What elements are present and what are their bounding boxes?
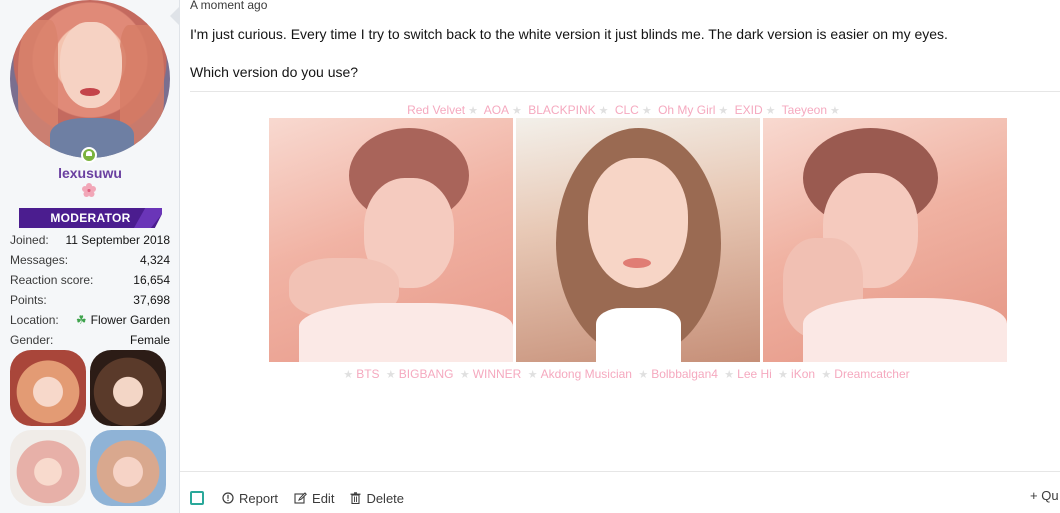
group-label: BTS — [356, 367, 380, 381]
user-sidebar: lexusuwu MODERATOR Joined: 11 September … — [0, 0, 180, 513]
star-icon: ★ — [527, 369, 538, 381]
signature-groups-top: Red Velvet ★ AOA ★ BLACKPINK ★ CLC ★ Oh My G… — [190, 103, 1060, 117]
post-paragraph: Which version do you use? — [190, 64, 359, 80]
star-icon: ★ — [821, 369, 832, 381]
edit-button[interactable]: Edit — [294, 491, 334, 506]
signature-photo — [516, 118, 760, 362]
edit-icon — [294, 492, 307, 504]
profile-photo — [90, 350, 166, 426]
group-label: Bolbbalgan4 — [651, 367, 718, 381]
star-icon: ★ — [830, 105, 840, 117]
group-label: Oh My Girl — [658, 103, 716, 117]
star-icon: ★ — [459, 369, 470, 381]
group-label: Lee Hi — [737, 367, 772, 381]
group-label: Akdong Musician — [540, 367, 632, 381]
profile-photo — [10, 430, 86, 506]
delete-button[interactable]: Delete — [350, 491, 404, 506]
signature-divider — [190, 91, 1060, 92]
footer-divider — [180, 471, 1060, 472]
points-link[interactable]: 37,698 — [133, 292, 170, 312]
four-leaf-clover-icon: ☘ — [75, 313, 87, 327]
star-icon: ★ — [718, 105, 729, 117]
group-label: AOA — [483, 103, 510, 117]
online-status-icon — [81, 147, 97, 163]
stat-points: Points: 37,698 — [10, 292, 170, 312]
group-label: Dreamcatcher — [834, 367, 910, 381]
sidebar-notch — [170, 6, 180, 26]
stat-joined: Joined: 11 September 2018 — [10, 233, 170, 247]
report-button[interactable]: Report — [222, 491, 278, 506]
star-icon: ★ — [512, 105, 522, 117]
star-icon: ★ — [641, 105, 652, 117]
star-icon: ★ — [778, 369, 789, 381]
profile-photo — [90, 430, 166, 506]
username-link[interactable]: lexusuwu — [0, 165, 180, 181]
group-label: iKon — [791, 367, 816, 381]
report-icon — [222, 492, 234, 504]
role-badge: MODERATOR — [19, 208, 162, 228]
group-label: EXID — [734, 103, 763, 117]
signature-groups-bottom: ★ BTS ★ BIGBANG ★ WINNER ★ Akdong Musician ★… — [190, 367, 1060, 381]
post-timestamp[interactable]: A moment ago — [190, 0, 267, 12]
star-icon: ★ — [638, 369, 649, 381]
user-avatar[interactable] — [10, 0, 170, 158]
location-link[interactable]: ☘ Flower Garden — [76, 312, 170, 332]
post-actions: Report Edit Delete — [190, 488, 420, 508]
post-message: I'm just curious. Every time I try to sw… — [190, 26, 1050, 80]
post-paragraph: I'm just curious. Every time I try to sw… — [190, 26, 948, 42]
group-label: Red Velvet — [407, 103, 466, 117]
stat-reaction-score: Reaction score: 16,654 — [10, 273, 170, 287]
user-stats: Joined: 11 September 2018 Messages: 4,32… — [10, 232, 170, 352]
star-icon: ★ — [765, 105, 776, 117]
star-icon: ★ — [468, 105, 479, 117]
stat-messages: Messages: 4,324 — [10, 252, 170, 272]
trash-icon — [350, 492, 361, 504]
stat-gender: Gender: Female — [10, 333, 170, 347]
group-label: CLC — [614, 103, 639, 117]
group-label: WINNER — [472, 367, 522, 381]
messages-count-link[interactable]: 4,324 — [140, 252, 170, 272]
stat-location: Location: ☘ Flower Garden — [10, 312, 170, 332]
cherry-blossom-icon — [82, 183, 96, 197]
star-icon: ★ — [724, 369, 735, 381]
star-icon: ★ — [598, 105, 609, 117]
signature-photo — [269, 118, 513, 362]
star-icon: ★ — [343, 369, 354, 381]
signature-photo — [763, 118, 1007, 362]
group-label: BLACKPINK — [528, 103, 596, 117]
star-icon: ★ — [385, 369, 396, 381]
profile-photo — [10, 350, 86, 426]
select-post-checkbox[interactable] — [190, 491, 204, 505]
group-label: BIGBANG — [398, 367, 454, 381]
group-label: Taeyeon — [781, 103, 828, 117]
quote-button[interactable]: + Qu — [1030, 488, 1059, 503]
